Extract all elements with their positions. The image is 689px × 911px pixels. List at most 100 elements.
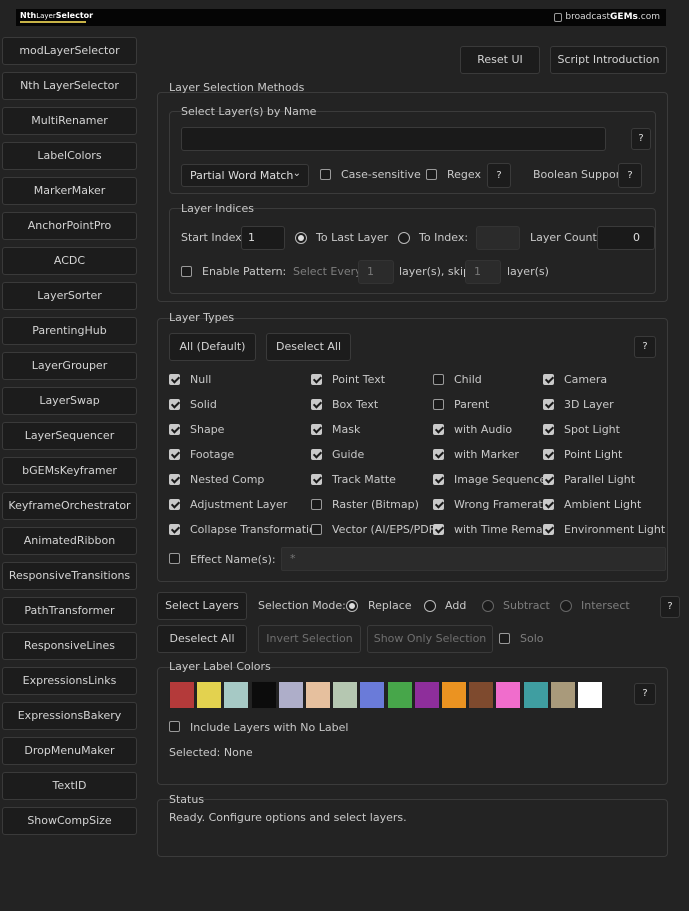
label-color-swatch[interactable] (441, 681, 467, 709)
labels-help-button[interactable]: ? (634, 683, 656, 705)
deselect-all-button[interactable]: Deselect All (157, 625, 247, 653)
label-color-swatch[interactable] (305, 681, 331, 709)
type-checkbox-footage[interactable] (169, 449, 180, 460)
label-color-swatch[interactable] (549, 681, 576, 709)
type-checkbox-guide[interactable] (311, 449, 322, 460)
sidebar-button-keyframeorchestrator[interactable]: KeyframeOrchestrator (2, 492, 137, 520)
type-checkbox-with-audio[interactable] (433, 424, 444, 435)
regex-checkbox[interactable] (426, 169, 437, 180)
sidebar-button-anchorpointpro[interactable]: AnchorPointPro (2, 212, 137, 240)
show-only-selection-button[interactable]: Show Only Selection (367, 625, 493, 653)
every-input[interactable]: 1 (358, 260, 394, 284)
script-introduction-button[interactable]: Script Introduction (550, 46, 667, 74)
types-help-button[interactable]: ? (634, 336, 656, 358)
label-color-swatch[interactable] (169, 681, 195, 709)
type-checkbox-solid[interactable] (169, 399, 180, 410)
effect-names-input[interactable]: * (281, 547, 666, 571)
label-color-swatch[interactable] (359, 681, 386, 709)
type-checkbox-parallel-light[interactable] (543, 474, 554, 485)
type-checkbox-track-matte[interactable] (311, 474, 322, 485)
type-checkbox-vector-ai-eps-pdf[interactable] (311, 524, 322, 535)
sidebar-button-parentinghub[interactable]: ParentingHub (2, 317, 137, 345)
sidebar-button-expressionsbakery[interactable]: ExpressionsBakery (2, 702, 137, 730)
sidebar-button-textid[interactable]: TextID (2, 772, 137, 800)
type-checkbox-collapse-transformation[interactable] (169, 524, 180, 535)
label-color-swatch[interactable] (332, 681, 359, 709)
match-mode-dropdown[interactable]: Partial Word Match ⌄ (181, 164, 309, 187)
sidebar-button-modlayerselector[interactable]: modLayerSelector (2, 37, 137, 65)
solo-checkbox[interactable] (499, 633, 510, 644)
sidebar-button-bgemskeyframer[interactable]: bGEMsKeyframer (2, 457, 137, 485)
label-color-swatch[interactable] (413, 681, 440, 709)
sidebar-button-responsivetransitions[interactable]: ResponsiveTransitions (2, 562, 137, 590)
boolean-help-button[interactable]: ? (618, 163, 642, 188)
type-checkbox-child[interactable] (433, 374, 444, 385)
type-checkbox-point-light[interactable] (543, 449, 554, 460)
label-color-swatch[interactable] (386, 681, 413, 709)
sidebar-button-layersequencer[interactable]: LayerSequencer (2, 422, 137, 450)
sidebar-button-acdc[interactable]: ACDC (2, 247, 137, 275)
subtract-radio[interactable] (482, 600, 494, 612)
mode-help-button[interactable]: ? (660, 596, 680, 618)
type-checkbox-wrong-framerate[interactable] (433, 499, 444, 510)
replace-radio[interactable] (346, 600, 358, 612)
sidebar-button-expressionslinks[interactable]: ExpressionsLinks (2, 667, 137, 695)
type-checkbox-adjustment-layer[interactable] (169, 499, 180, 510)
sidebar-button-markermaker[interactable]: MarkerMaker (2, 177, 137, 205)
type-checkbox-raster-bitmap[interactable] (311, 499, 322, 510)
layer-name-input[interactable] (181, 127, 606, 151)
type-checkbox-ambient-light[interactable] (543, 499, 554, 510)
sidebar-button-dropmenumaker[interactable]: DropMenuMaker (2, 737, 137, 765)
sidebar-button-responsivelines[interactable]: ResponsiveLines (2, 632, 137, 660)
label-color-swatch[interactable] (196, 681, 223, 709)
label-color-swatch[interactable] (495, 681, 522, 709)
label-color-swatch[interactable] (522, 681, 549, 709)
sidebar-button-animatedribbon[interactable]: AnimatedRibbon (2, 527, 137, 555)
type-checkbox-null[interactable] (169, 374, 180, 385)
invert-selection-button[interactable]: Invert Selection (258, 625, 361, 653)
all-default-button[interactable]: All (Default) (169, 333, 256, 361)
skip-input[interactable]: 1 (465, 260, 501, 284)
type-checkbox-parent[interactable] (433, 399, 444, 410)
sidebar-button-multirenamer[interactable]: MultiRenamer (2, 107, 137, 135)
label-color-swatch[interactable] (468, 681, 495, 709)
sidebar-button-pathtransformer[interactable]: PathTransformer (2, 597, 137, 625)
enable-pattern-checkbox[interactable] (181, 266, 192, 277)
effect-names-checkbox[interactable] (169, 553, 180, 564)
type-checkbox-shape[interactable] (169, 424, 180, 435)
name-help-button[interactable]: ? (631, 128, 651, 150)
type-checkbox-spot-light[interactable] (543, 424, 554, 435)
sidebar-button-layersorter[interactable]: LayerSorter (2, 282, 137, 310)
start-index-input[interactable]: 1 (241, 226, 285, 250)
regex-help-button[interactable]: ? (487, 163, 511, 188)
type-checkbox-environment-light[interactable] (543, 524, 554, 535)
sidebar-button-showcompsize[interactable]: ShowCompSize (2, 807, 137, 835)
label-color-swatch[interactable] (223, 681, 250, 709)
type-checkbox-3d-layer[interactable] (543, 399, 554, 410)
to-index-input[interactable] (476, 226, 520, 250)
label-color-swatch[interactable] (277, 681, 304, 709)
case-sensitive-checkbox[interactable] (320, 169, 331, 180)
type-checkbox-with-time-remap[interactable] (433, 524, 444, 535)
sidebar-button-layerswap[interactable]: LayerSwap (2, 387, 137, 415)
sidebar-button-labelcolors[interactable]: LabelColors (2, 142, 137, 170)
intersect-radio[interactable] (560, 600, 572, 612)
label-color-swatch[interactable] (250, 681, 277, 709)
type-checkbox-mask[interactable] (311, 424, 322, 435)
reset-ui-button[interactable]: Reset UI (460, 46, 540, 74)
include-no-label-checkbox[interactable] (169, 721, 180, 732)
type-checkbox-nested-comp[interactable] (169, 474, 180, 485)
type-checkbox-camera[interactable] (543, 374, 554, 385)
types-deselect-all-button[interactable]: Deselect All (266, 333, 351, 361)
type-checkbox-with-marker[interactable] (433, 449, 444, 460)
sidebar-button-nth-layerselector[interactable]: Nth LayerSelector (2, 72, 137, 100)
type-checkbox-image-sequence[interactable] (433, 474, 444, 485)
label-color-swatch[interactable] (577, 681, 603, 709)
type-checkbox-box-text[interactable] (311, 399, 322, 410)
to-index-radio[interactable] (398, 232, 410, 244)
to-last-layer-radio[interactable] (295, 232, 307, 244)
sidebar-button-layergrouper[interactable]: LayerGrouper (2, 352, 137, 380)
select-layers-button[interactable]: Select Layers (157, 592, 247, 620)
add-radio[interactable] (424, 600, 436, 612)
type-checkbox-point-text[interactable] (311, 374, 322, 385)
